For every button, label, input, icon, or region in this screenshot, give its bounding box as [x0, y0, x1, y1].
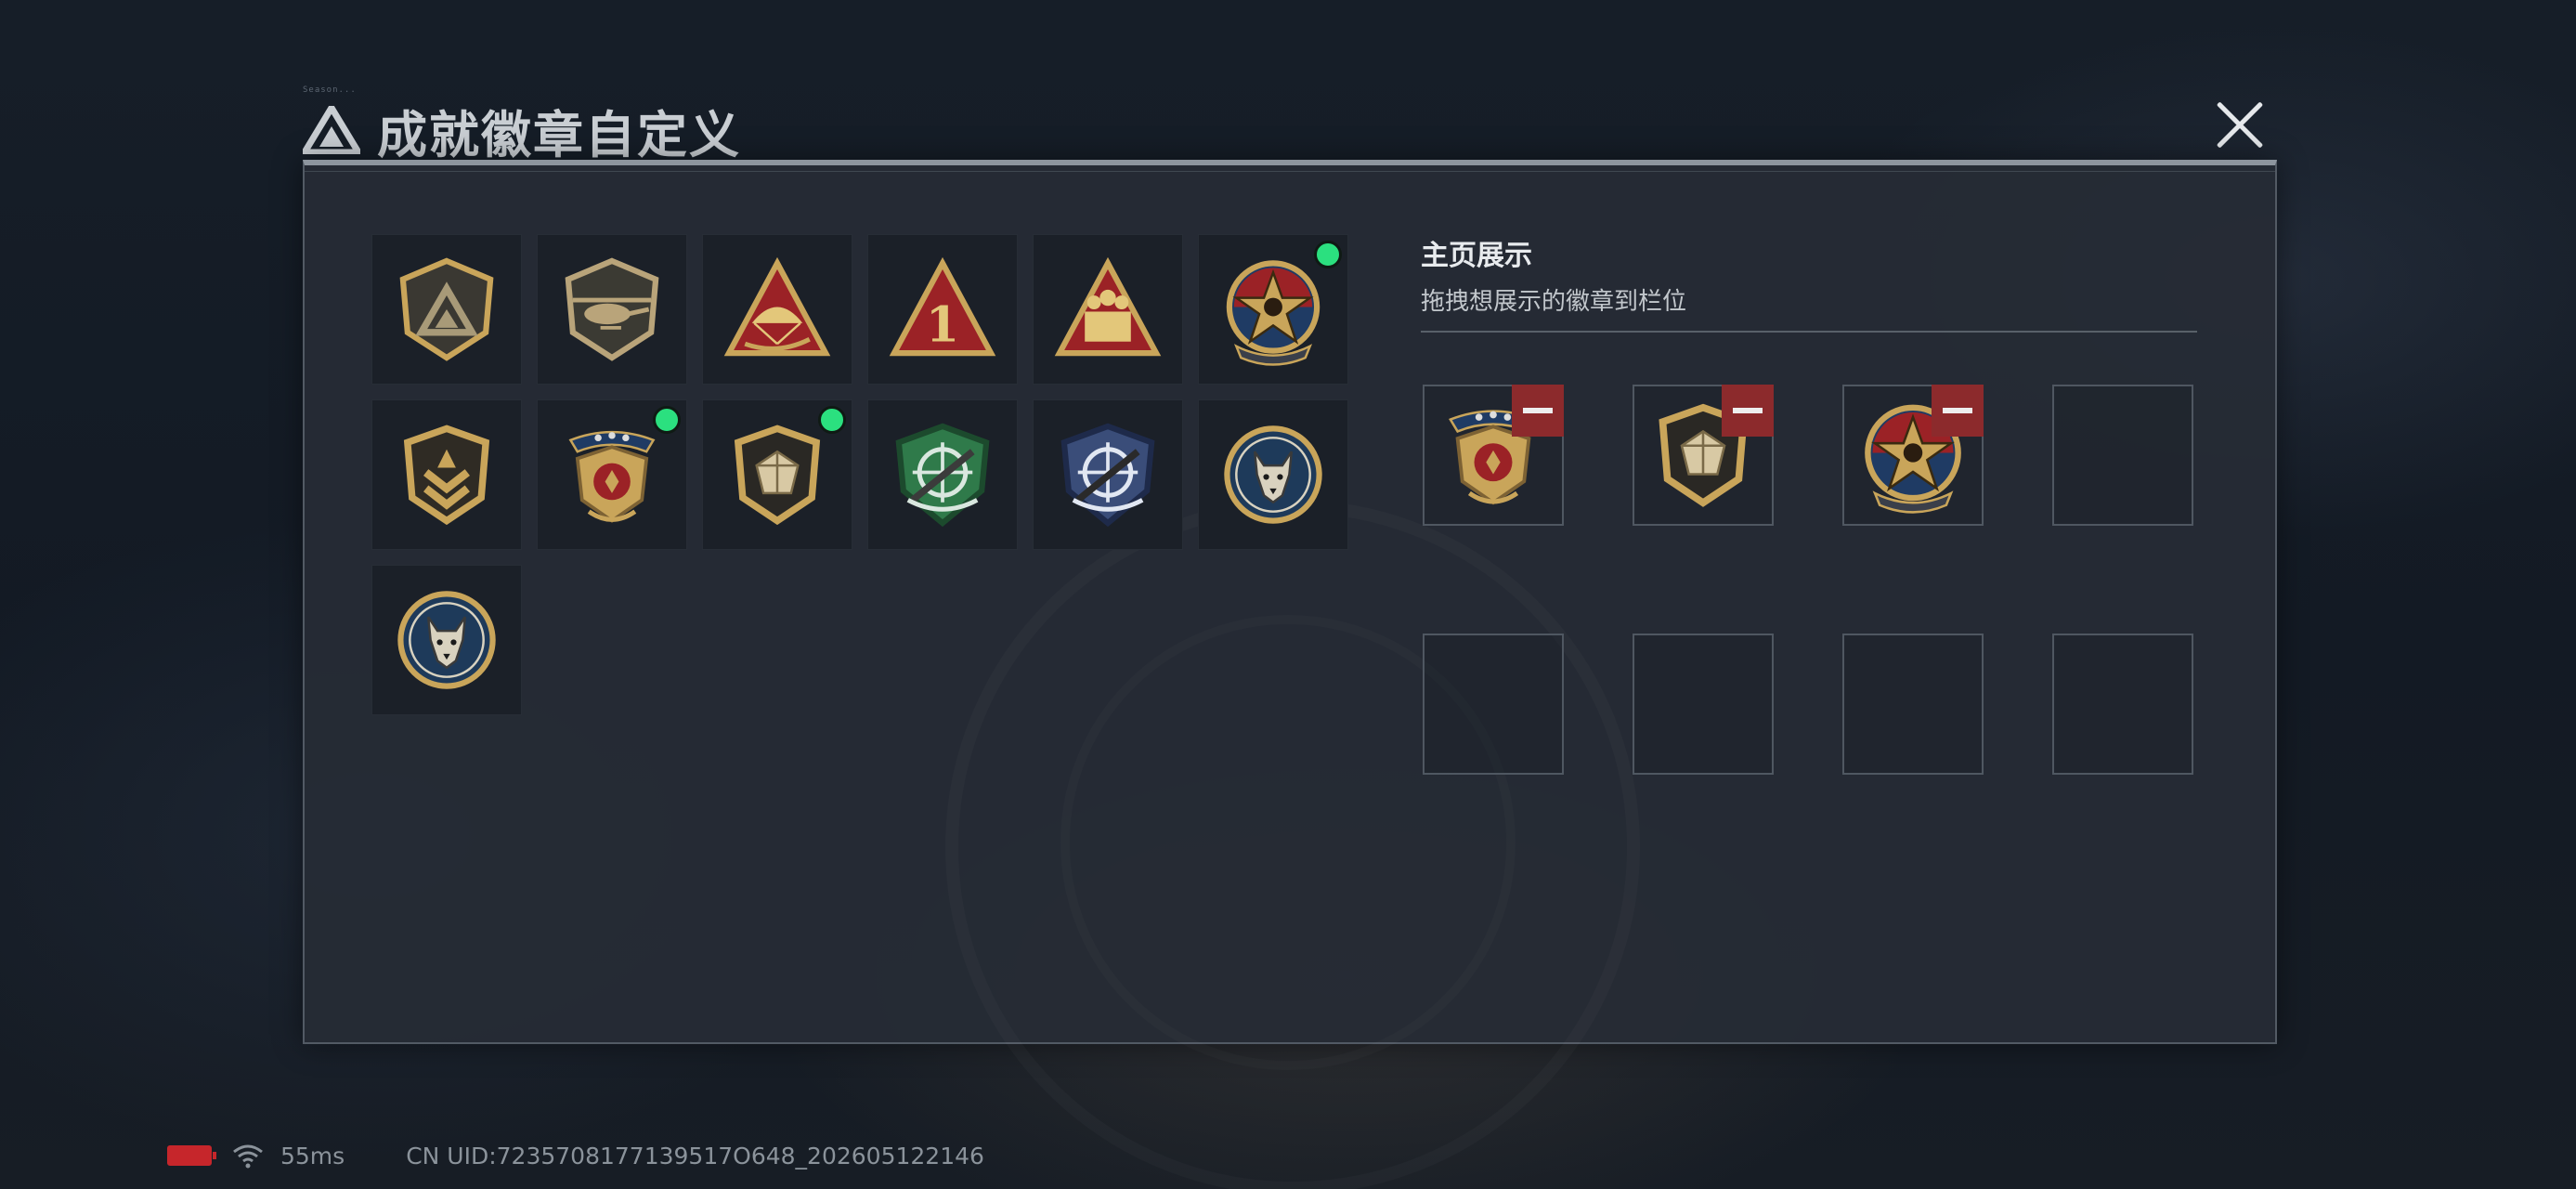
badge-cell[interactable] — [371, 234, 522, 385]
badge-cell[interactable] — [702, 234, 852, 385]
title-bar: 成就徽章自定义 — [303, 93, 741, 167]
wifi-icon — [233, 1144, 263, 1169]
remove-badge-button[interactable] — [1932, 385, 1984, 437]
badge-cell[interactable] — [371, 565, 522, 715]
number-one-triangle-badge-icon: 1 — [889, 256, 996, 357]
display-slot-filled[interactable] — [1842, 385, 1984, 526]
badge-grid: 1 — [371, 234, 1348, 715]
close-button[interactable] — [2206, 91, 2273, 158]
parachute-triangle-badge-icon — [723, 256, 831, 357]
display-header: 主页展示 拖拽想展示的徽章到栏位 — [1421, 232, 1686, 317]
badge-cell[interactable] — [371, 399, 522, 550]
blue-sniper-badge-icon — [1060, 423, 1155, 528]
badge-cell[interactable] — [867, 399, 1018, 550]
badge-cell[interactable] — [1033, 234, 1183, 385]
panel-divider — [305, 171, 2275, 172]
display-slot-filled[interactable] — [1633, 385, 1774, 526]
minus-icon — [1943, 408, 1972, 413]
star-roundel-badge-icon — [1226, 260, 1321, 366]
game-logo-icon — [303, 106, 360, 154]
display-subtitle: 拖拽想展示的徽章到栏位 — [1421, 288, 1687, 316]
badge-cell[interactable] — [1033, 399, 1183, 550]
badge-cell[interactable] — [702, 399, 852, 550]
display-slot-empty[interactable] — [1423, 634, 1564, 775]
minus-icon — [1523, 408, 1553, 413]
uid-text: CN UID:7235708177139517O648_202605122146 — [406, 1142, 984, 1169]
wolf-roundel-badge-icon — [1224, 425, 1322, 524]
page-title: 成就徽章自定义 — [377, 105, 741, 164]
display-divider — [1421, 331, 2197, 333]
ping-text: 55ms — [280, 1142, 345, 1169]
new-indicator-dot — [1314, 241, 1342, 268]
display-slot-grid — [1423, 385, 2193, 775]
winged-shield-badge-icon — [568, 430, 656, 523]
badge-panel: 1 主页展示 拖拽想展示的徽章到栏位 — [303, 160, 2277, 1044]
minus-icon — [1733, 408, 1763, 413]
battery-charging-icon — [167, 1145, 216, 1166]
remove-badge-button[interactable] — [1512, 385, 1564, 437]
new-indicator-dot — [818, 406, 846, 434]
status-bar: 55ms CN UID:7235708177139517O648_2026051… — [167, 1137, 984, 1174]
badge-cell[interactable] — [1198, 234, 1348, 385]
badge-cell[interactable] — [537, 234, 687, 385]
display-slot-empty[interactable] — [2052, 385, 2193, 526]
remove-badge-button[interactable] — [1722, 385, 1774, 437]
display-slot-filled[interactable] — [1423, 385, 1564, 526]
game-scene: Season... 成就徽章自定义 1 主页展示 拖拽想展示的徽章到栏位 55m… — [0, 0, 2576, 1189]
badge-cell[interactable] — [537, 399, 687, 550]
helicopter-shield-badge-icon — [565, 257, 659, 361]
display-slot-empty[interactable] — [1842, 634, 1984, 775]
gem-shield-badge-icon — [734, 425, 821, 526]
soldiers-triangle-badge-icon — [1054, 256, 1162, 357]
wolf-roundel-badge-icon — [397, 591, 496, 689]
green-sniper-badge-icon — [895, 423, 990, 528]
badge-cell[interactable]: 1 — [867, 234, 1018, 385]
mountain-shield-badge-icon — [399, 257, 494, 361]
badge-cell[interactable] — [1198, 399, 1348, 550]
new-indicator-dot — [653, 406, 681, 434]
display-slot-empty[interactable] — [2052, 634, 2193, 775]
svg-text:1: 1 — [926, 297, 959, 354]
display-title: 主页展示 — [1421, 240, 1532, 272]
display-slot-empty[interactable] — [1633, 634, 1774, 775]
chevron-shield-badge-icon — [403, 425, 490, 526]
